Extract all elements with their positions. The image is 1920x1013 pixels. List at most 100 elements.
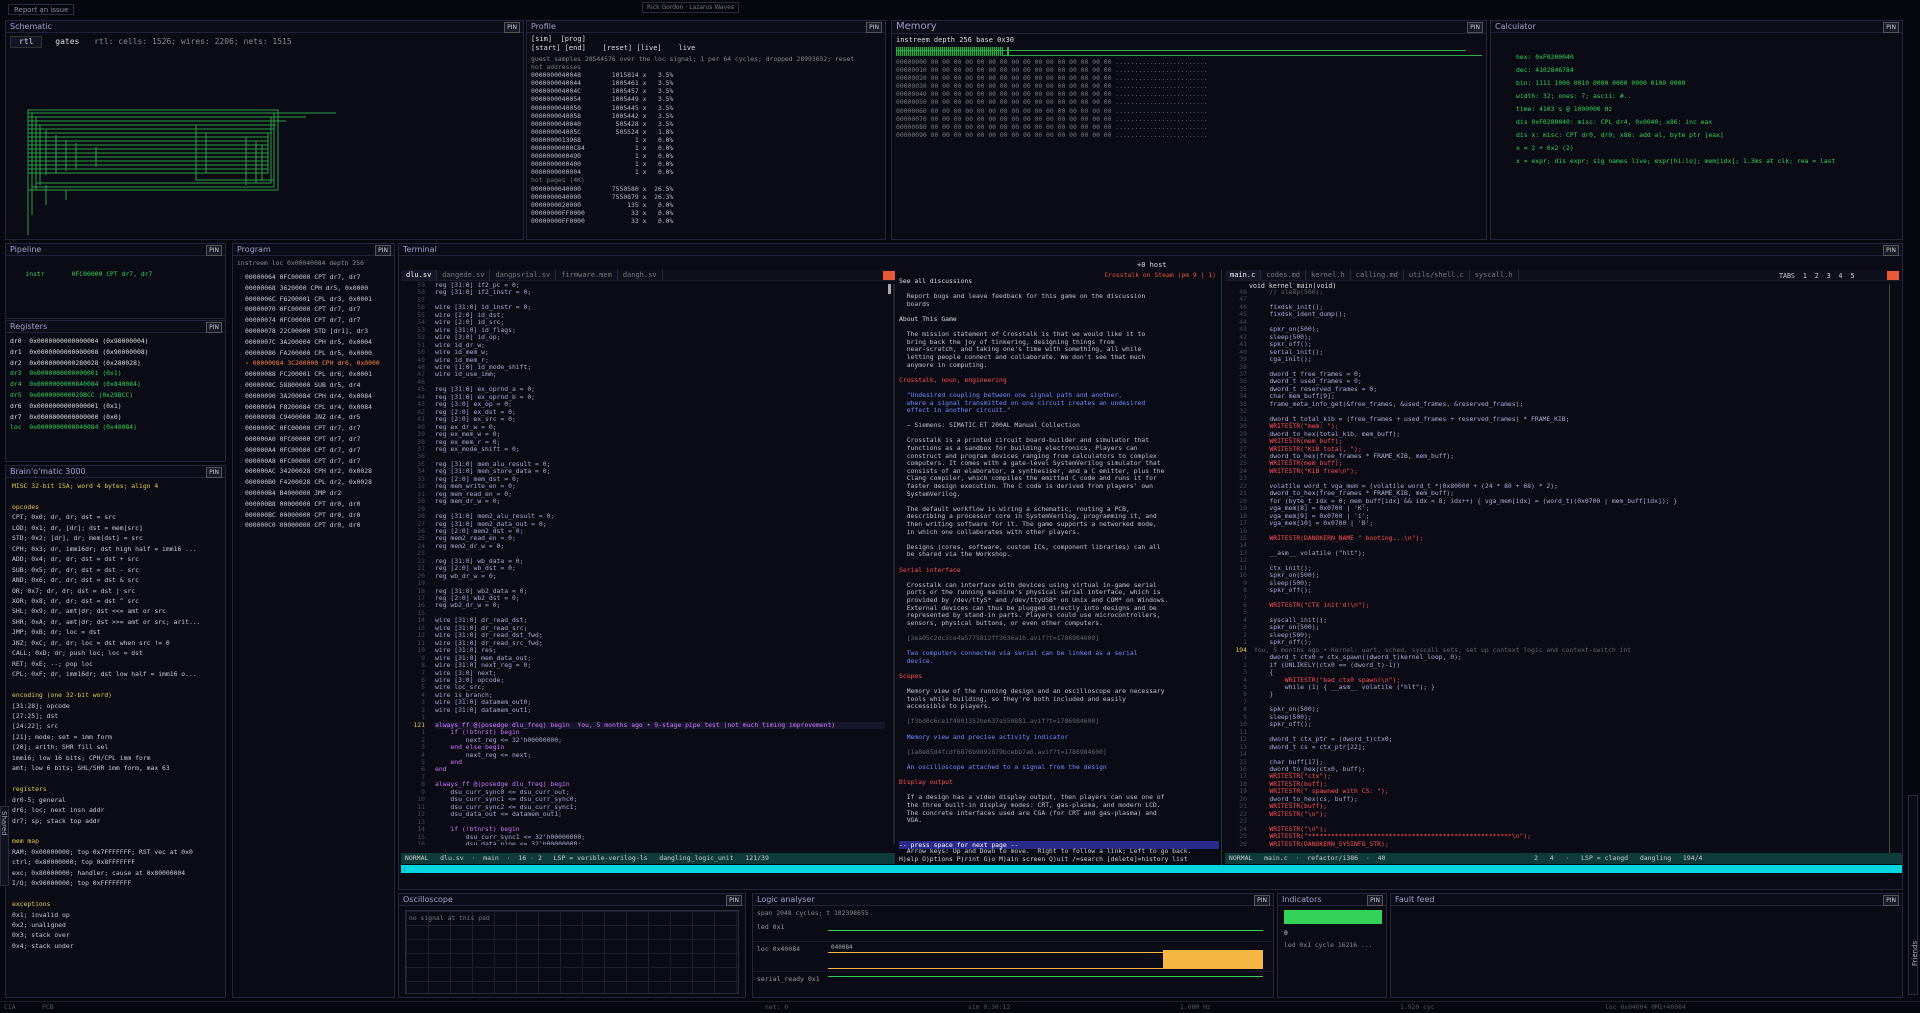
schematic-canvas[interactable] <box>6 55 523 235</box>
program-row: 000000C0 00000000 CPT dr0, dr0 <box>245 521 361 530</box>
memory-dump[interactable]: 00000000 00 00 00 00 00 00 00 00 00 00 0… <box>892 57 1486 140</box>
calculator-output[interactable]: hex: 0xF0200040 dec: 4102846784 bin: 1111 … <box>1491 33 1902 168</box>
pin-button[interactable]: PIN <box>1254 895 1270 906</box>
program-title: Program <box>237 245 271 254</box>
program-row: 0000006C F6200001 CPL dr3, 0x0001 <box>245 294 372 303</box>
profile-line: 0000000020000 135 x 0.0% <box>531 200 674 209</box>
editor-tab[interactable]: calling.md <box>1351 270 1404 280</box>
program-listing[interactable]: 00000064 0FC00000 CPT dr7, dr7 00000068 3… <box>233 270 394 531</box>
profile-line: 0000000040000 7550580 x 26.5% <box>531 184 674 193</box>
right-tab-numbers[interactable]: TABS 1 2 3 4 5 <box>1779 271 1895 281</box>
isa-line: [31:28]; opcode <box>12 701 70 710</box>
tab-gates[interactable]: gates <box>47 37 87 47</box>
pin-button[interactable]: PIN <box>1467 22 1483 33</box>
steam-text-line: Display output <box>899 778 953 787</box>
left-status-bar: NORMAL dlu.sv · main · 16 · 2 LSP = veri… <box>401 853 895 864</box>
right-editor-code[interactable]: // sleep(500); fixdsk_init(); fixdsk_ide… <box>1254 289 1894 852</box>
terminal-cmd-line[interactable] <box>401 865 1902 873</box>
schematic-header: Schematic PIN <box>6 21 523 33</box>
code-line: reg ex_mode_shift = 0; <box>435 444 520 453</box>
code-line: end <box>435 758 462 766</box>
right-editor-rule <box>1889 284 1890 854</box>
program-row: 00000094 F8200084 CPL dr4, 0x0084 <box>245 402 372 411</box>
logic-row-serial[interactable]: serial_ready 0x1 <box>753 972 1273 994</box>
right-status-bar: NORMAL main.c · refactor/i386 · 40 2 4 ·… <box>1225 853 1902 864</box>
pin-button[interactable]: PIN <box>206 467 222 478</box>
profile-line: 0000000040050 1005445 x 3.5% <box>531 103 674 112</box>
steam-text-line: The concrete interfaces used are CGA (fo… <box>899 808 1157 817</box>
pin-button[interactable]: PIN <box>866 22 882 33</box>
code-line: reg wb_dr_w = 0; <box>435 571 497 580</box>
pin-button[interactable]: PIN <box>206 245 222 256</box>
logic-row-loc[interactable]: loc 0x40084 040084 <box>753 942 1273 972</box>
left-editor-scrollbar[interactable] <box>888 284 891 294</box>
tab-rtl[interactable]: rtl <box>10 36 43 48</box>
isa-line: OR; 0x7; dr, dr; dst = dst | src <box>12 586 136 595</box>
pin-button[interactable]: PIN <box>504 22 520 33</box>
editor-tab[interactable]: dangh.sv <box>618 270 663 280</box>
pin-button[interactable]: PIN <box>375 245 391 256</box>
isa-line: RET; 0xE; --; pop loc <box>12 659 93 668</box>
code-line: reg ex_dr_w = 0; <box>435 422 497 431</box>
isa-line: dr0-5; general <box>12 795 66 804</box>
memory-activity-bar <box>896 47 1482 56</box>
editor-tab[interactable]: dangpsrial.sv <box>490 270 557 280</box>
code-line: dsu_data_pipe <= 32'h00000000; <box>435 839 582 845</box>
left-editor-tabs[interactable]: dlu.sv dangede.sv dangpsrial.sv firmware.me… <box>401 270 895 281</box>
friends-side-tab[interactable]: Friends <box>1908 795 1918 995</box>
pin-button[interactable]: PIN <box>1883 22 1899 33</box>
help-scrollbar[interactable] <box>893 284 895 844</box>
indicator-value: 0 <box>1284 929 1288 937</box>
editor-tab[interactable]: syscall.h <box>1470 270 1519 280</box>
program-header: Program PIN <box>233 244 394 256</box>
isa-line: STD; 0x2; [dr], dr; mem[dst] = src <box>12 534 143 543</box>
isa-reference-text: MISC 32-bit ISA; word 4 bytes; align 4 o… <box>6 478 225 954</box>
steam-page-text[interactable]: See all discussions Report bugs and leav… <box>899 278 1217 845</box>
isa-header: Brain'o'matic 3000 PIN <box>6 466 225 478</box>
editor-tab[interactable]: firmware.mem <box>556 270 618 280</box>
isa-line: ctrl; 0x80000000; top 0x8FFFFFFF <box>12 858 136 867</box>
app-status-bar: CIA PCB net: 0 sim 0:30:12 1.00M Hz 1.920 cyc… <box>0 1001 1920 1013</box>
left-editor-code[interactable]: reg [31:0] if2_pc = 0; reg [31:0] if2_ins… <box>435 282 885 845</box>
shared-side-tab[interactable]: Shared <box>0 806 9 886</box>
steam-text-line: About This Game <box>899 314 957 323</box>
steam-text-line: be shared via the Workshop. <box>899 550 1011 559</box>
editor-tab[interactable]: dangede.sv <box>437 270 491 280</box>
pin-button[interactable]: PIN <box>206 322 222 333</box>
code-line: dword_to_hex(cs, buff); <box>1254 794 1358 803</box>
code-line: wire [31:0] dr_read_src_fwd; <box>435 638 543 647</box>
editor-tab[interactable]: utils/shell.c <box>1404 270 1470 280</box>
report-issue-link[interactable]: Report an issue <box>8 4 75 15</box>
steam-text-line: VGA. <box>899 816 923 825</box>
code-line: sleep(500); <box>1254 712 1312 721</box>
code-line: reg [31:0] if2_instr = 0; <box>435 288 532 297</box>
register-row: dr1 0x0000000000000008 (0x90000008) <box>10 347 149 356</box>
program-row: 00000080 FA200000 CPL dr5, 0x0000 <box>245 348 372 357</box>
editor-tab[interactable]: codes.md <box>1261 270 1307 280</box>
registers-panel: Registers PIN dr0 0x0000000000000004 (0x9… <box>5 320 226 462</box>
pin-button[interactable]: PIN <box>1367 895 1383 906</box>
isa-line: CPT; 0x0; dr, dr; dst = src <box>12 513 116 522</box>
profile-line: guest samples 28544576 over the loc sign… <box>531 55 855 63</box>
registers-title: Registers <box>10 322 48 331</box>
editor-tab[interactable]: main.c <box>1225 270 1262 280</box>
calculator-line: hex: 0xF0200040 <box>1516 53 1574 61</box>
steam-text-line: sensors, physical buttons, or even other… <box>899 618 1103 627</box>
pin-button[interactable]: PIN <box>1883 245 1899 256</box>
steam-text-line: effect in another circuit." <box>899 406 1011 415</box>
code-line: wire [31:0] next_reg = 0; <box>435 661 532 670</box>
profile-list: guest samples 28544576 over the loc sign… <box>527 55 885 225</box>
left-editor-tab-close[interactable] <box>883 271 895 280</box>
pipeline-panel: Pipeline PIN instr 0FC00000 CPT dr7, dr7 <box>5 243 226 319</box>
steam-text-line: anymore in computing. <box>899 360 988 369</box>
pin-button[interactable]: PIN <box>726 895 742 906</box>
logic-row-led[interactable]: led 0x1 <box>753 920 1273 942</box>
profile-controls[interactable]: [sim] [prog] [start] [end] [reset] [live… <box>527 33 885 55</box>
right-editor-tab-close[interactable] <box>1887 271 1899 280</box>
isa-line: 0x3; stack over <box>12 931 70 940</box>
oscilloscope-screen[interactable]: no signal at this pad <box>405 910 739 994</box>
editor-tab[interactable]: kernel.h <box>1306 270 1351 280</box>
editor-tab[interactable]: dlu.sv <box>401 270 438 280</box>
pin-button[interactable]: PIN <box>1883 895 1899 906</box>
